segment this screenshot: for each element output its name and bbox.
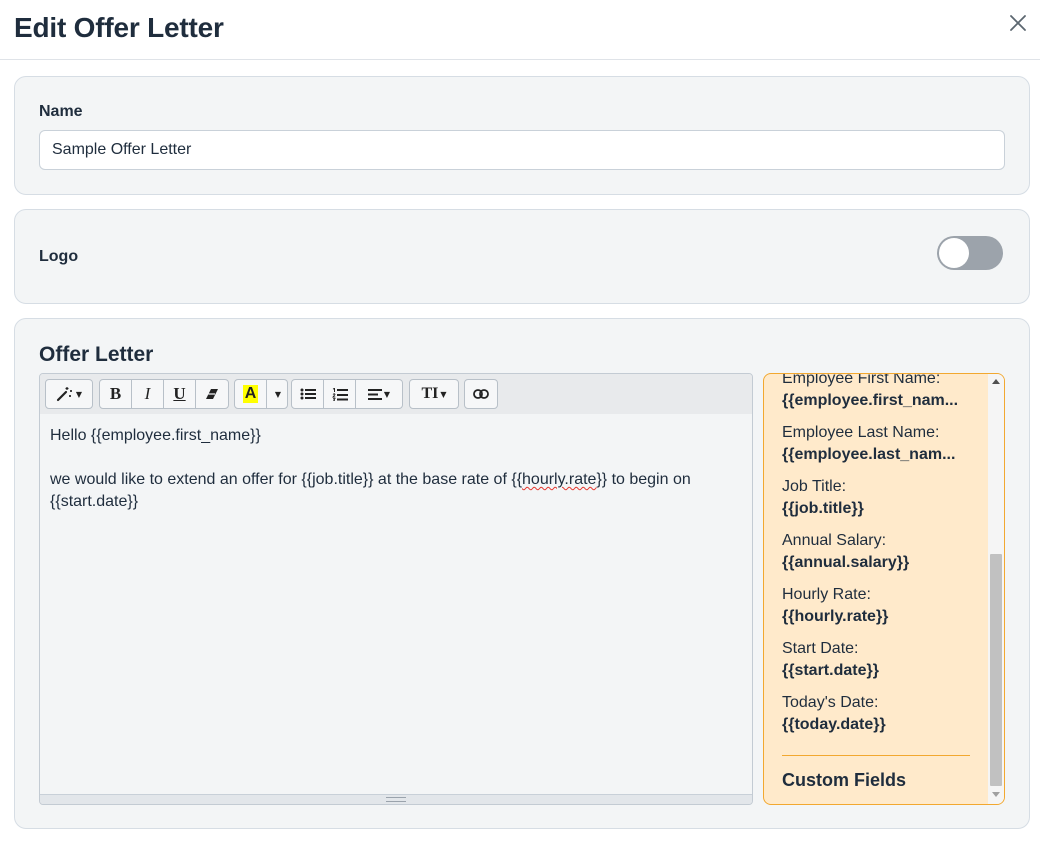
close-icon [1010, 15, 1026, 31]
page-title: Edit Offer Letter [14, 12, 224, 43]
variables-panel: Employee First Name: {{employee.first_na… [763, 373, 1005, 805]
editor-line: we would like to extend an offer for {{j… [50, 471, 691, 510]
align-icon [367, 388, 382, 400]
toggle-knob [939, 238, 969, 268]
eraser-icon [206, 389, 218, 399]
grip-icon [386, 797, 406, 802]
magic-style-button[interactable]: ▼ [46, 380, 92, 408]
magic-wand-icon [56, 387, 72, 402]
variables-scrollbar[interactable] [988, 374, 1004, 804]
variable-token: {{start.date}} [782, 662, 879, 679]
variable-label: Employee Last Name: [782, 424, 940, 441]
scroll-down-icon[interactable] [992, 792, 1000, 797]
variable-item[interactable]: Start Date: {{start.date}} [782, 638, 970, 692]
variable-item[interactable]: Annual Salary: {{annual.salary}} [782, 530, 970, 584]
bold-button[interactable]: B [100, 380, 132, 408]
chevron-down-icon: ▼ [383, 389, 391, 399]
numbered-list-button[interactable] [324, 380, 356, 408]
modal-header: Edit Offer Letter [0, 0, 1040, 60]
variable-label: Employee First Name: [782, 373, 941, 387]
close-button[interactable] [1006, 10, 1030, 36]
name-label: Name [39, 103, 83, 120]
font-size-group: TI ▼ [409, 379, 459, 409]
editor-resize-handle[interactable] [40, 794, 752, 804]
numbered-list-icon [331, 387, 348, 401]
variable-token: {{job.title}} [782, 500, 864, 517]
variable-label: Hourly Rate: [782, 586, 871, 603]
variable-label: Annual Salary: [782, 532, 887, 549]
italic-icon: I [144, 384, 151, 403]
chevron-down-icon: ▼ [274, 389, 282, 399]
format-group: B I U [99, 379, 229, 409]
editor-line: Hello {{employee.first_name}} [50, 427, 261, 444]
color-group: A ▼ [234, 379, 288, 409]
variable-item[interactable]: Employee First Name: {{employee.first_na… [782, 373, 970, 422]
variable-label: Today's Date: [782, 694, 879, 711]
rich-text-editor: ▼ B I U A ▼ ▼ TI ▼ Hello {{employee.firs… [39, 373, 753, 805]
bullet-list-button[interactable] [292, 380, 324, 408]
spellcheck-word: hourly.rate [522, 471, 597, 488]
name-input[interactable] [39, 130, 1005, 170]
underline-icon: U [173, 384, 186, 403]
color-dropdown-button[interactable]: ▼ [267, 380, 287, 408]
link-icon [473, 389, 489, 399]
variable-token: {{annual.salary}} [782, 554, 910, 571]
variables-list: Employee First Name: {{employee.first_na… [782, 373, 970, 746]
clear-format-button[interactable] [196, 380, 228, 408]
variable-token: {{employee.first_nam... [782, 392, 959, 409]
link-group [464, 379, 498, 409]
paragraph-group: ▼ [291, 379, 403, 409]
name-section: Name [14, 76, 1030, 195]
bullet-list-icon [300, 388, 316, 400]
editor-content[interactable]: Hello {{employee.first_name}} we would l… [50, 425, 740, 513]
text-size-icon: TI [421, 385, 439, 402]
variable-label: Job Title: [782, 478, 847, 495]
highlight-color-button[interactable]: A [235, 380, 267, 408]
scroll-up-icon[interactable] [992, 379, 1000, 384]
text-size-button[interactable]: TI ▼ [410, 380, 458, 408]
offer-letter-title: Offer Letter [39, 343, 154, 366]
offer-letter-section: Offer Letter ▼ B I U A ▼ ▼ TI ▼ Hello {{… [14, 318, 1030, 829]
divider [782, 755, 970, 756]
logo-section: Logo [14, 209, 1030, 304]
variable-label: Start Date: [782, 640, 859, 657]
variable-item[interactable]: Job Title: {{job.title}} [782, 476, 970, 530]
variable-token: {{today.date}} [782, 716, 886, 733]
scrollbar-thumb[interactable] [990, 554, 1002, 786]
insert-link-button[interactable] [465, 380, 497, 408]
variable-token: {{hourly.rate}} [782, 608, 889, 625]
style-group: ▼ [45, 379, 93, 409]
logo-toggle[interactable] [937, 236, 1003, 270]
chevron-down-icon: ▼ [440, 389, 447, 399]
variable-token: {{employee.last_nam... [782, 446, 956, 463]
highlight-color-icon: A [242, 385, 259, 403]
variable-item[interactable]: Hourly Rate: {{hourly.rate}} [782, 584, 970, 638]
underline-button[interactable]: U [164, 380, 196, 408]
logo-label: Logo [39, 248, 79, 265]
bold-icon: B [109, 384, 122, 403]
custom-fields-heading: Custom Fields [782, 770, 907, 790]
variable-item[interactable]: Employee Last Name: {{employee.last_nam.… [782, 422, 970, 476]
italic-button[interactable]: I [132, 380, 164, 408]
variable-item[interactable]: Today's Date: {{today.date}} [782, 692, 970, 746]
chevron-down-icon: ▼ [75, 389, 83, 399]
align-button[interactable]: ▼ [356, 380, 402, 408]
editor-toolbar: ▼ B I U A ▼ ▼ TI ▼ [40, 374, 752, 414]
